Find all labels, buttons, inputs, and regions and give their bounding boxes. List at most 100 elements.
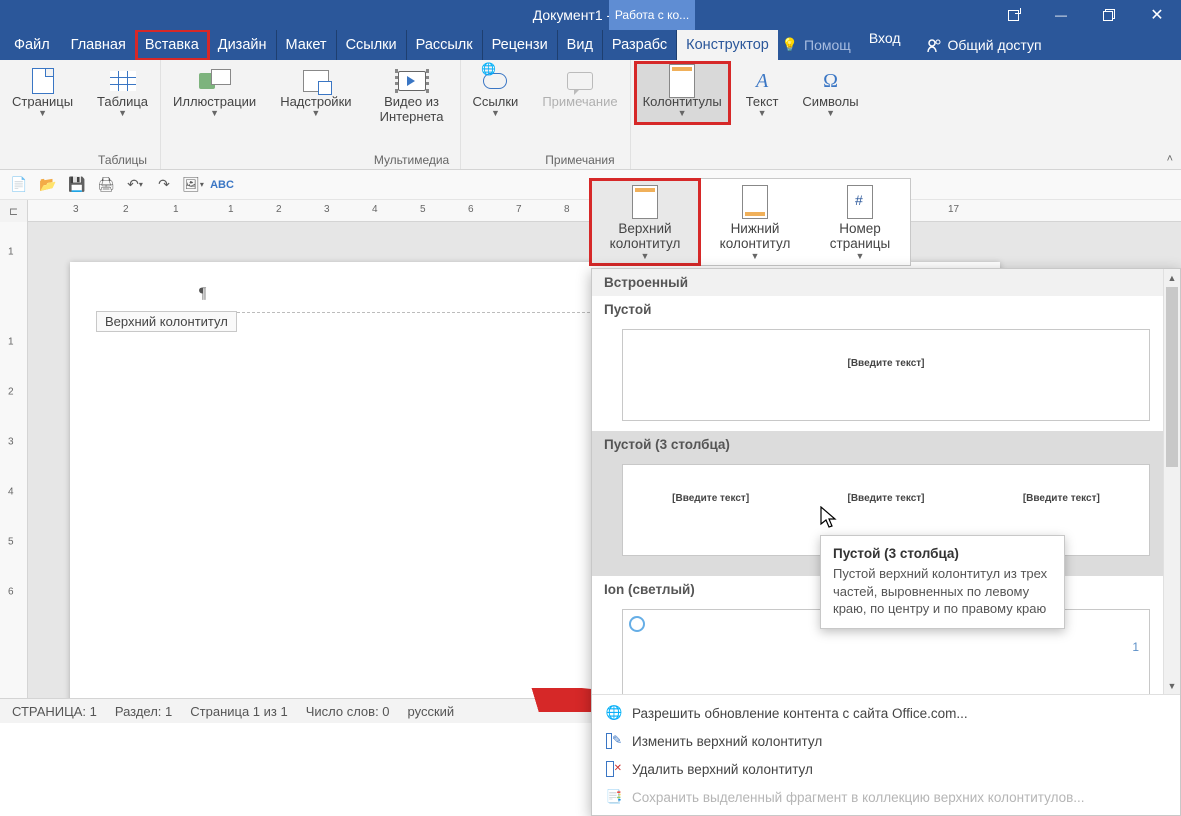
tab-file[interactable]: Файл — [0, 30, 59, 60]
status-word-count[interactable]: Число слов: 0 — [306, 704, 390, 719]
template-empty[interactable]: [Введите текст] — [622, 329, 1150, 421]
insert-picture-button[interactable]: 🖼▾ — [184, 176, 202, 194]
chevron-down-icon: ▼ — [491, 108, 500, 118]
delete-icon — [606, 761, 622, 777]
quick-print-button[interactable]: 🖨 — [97, 176, 115, 194]
open-button[interactable]: 📂 — [39, 176, 57, 194]
chevron-down-icon: ▼ — [758, 108, 767, 118]
omega-icon: Ω — [815, 68, 847, 94]
status-language[interactable]: русский — [408, 704, 455, 719]
gallery-scrollbar[interactable]: ▲ ▼ — [1163, 269, 1180, 694]
tooltip-body: Пустой верхний колонтитул из трех частей… — [833, 565, 1052, 618]
restore-button[interactable] — [1085, 0, 1133, 30]
cloud-icon: 🌐 — [606, 705, 622, 721]
vertical-ruler[interactable]: 1 1 2 3 4 5 6 — [0, 222, 28, 712]
tell-me-search[interactable]: 💡 Помощ — [782, 30, 851, 60]
scrollbar-thumb[interactable] — [1166, 287, 1178, 467]
collapse-ribbon-button[interactable]: ˄ — [1167, 153, 1173, 165]
menu-edit-header[interactable]: Изменить верхний колонтитул — [592, 727, 1180, 755]
pages-button[interactable]: Страницы ▼ — [6, 64, 79, 122]
tab-mailings[interactable]: Рассылк — [407, 30, 483, 60]
section-empty-title: Пустой — [592, 296, 1180, 323]
header-tag-label: Верхний колонтитул — [96, 311, 237, 332]
tab-insert[interactable]: Вставка — [136, 30, 209, 60]
addins-button[interactable]: Надстройки ▼ — [274, 64, 357, 122]
chevron-down-icon: ▼ — [118, 108, 127, 118]
chevron-down-icon: ▼ — [210, 108, 219, 118]
ribbon: Страницы ▼ Таблица ▼ Таблицы Иллюстрации… — [0, 60, 1181, 170]
page-number-label: Номер страницы — [820, 221, 900, 251]
table-button[interactable]: Таблица ▼ — [91, 64, 154, 122]
comment-icon — [564, 68, 596, 94]
header-footer-button[interactable]: Колонтитулы ▼ — [637, 64, 728, 122]
template-placeholder-left: [Введите текст] — [672, 493, 749, 504]
footer-icon — [735, 185, 775, 219]
text-icon: A — [746, 68, 778, 94]
text-button[interactable]: A Текст ▼ — [740, 64, 785, 122]
minimize-button[interactable]: — — [1037, 0, 1085, 30]
menu-allow-office-update[interactable]: 🌐 Разрешить обновление контента с сайта … — [592, 699, 1180, 727]
section-empty3-title: Пустой (3 столбца) — [592, 431, 1180, 458]
template-placeholder-center: [Введите текст] — [848, 493, 925, 504]
link-icon — [479, 68, 511, 94]
contextual-tab-label: Работа с ко... — [609, 0, 695, 30]
header-dropdown[interactable]: Верхний колонтитул▼ — [590, 179, 700, 265]
menu-update-label: Разрешить обновление контента с сайта Of… — [632, 706, 968, 721]
tab-design[interactable]: Дизайн — [209, 30, 277, 60]
share-button[interactable]: Общий доступ — [916, 30, 1052, 60]
ruler-corner[interactable]: ⊏ — [0, 200, 28, 222]
status-section[interactable]: Раздел: 1 — [115, 704, 172, 719]
footer-dropdown[interactable]: Нижний колонтитул▼ — [700, 179, 810, 265]
page-number-icon — [840, 185, 880, 219]
group-media-label: Мультимедиа — [374, 153, 449, 169]
close-button[interactable]: ✕ — [1133, 0, 1181, 30]
tooltip-title: Пустой (3 столбца) — [833, 546, 1052, 561]
online-video-button[interactable]: Видео из Интернета — [370, 64, 454, 129]
save-button[interactable]: 💾 — [68, 176, 86, 194]
undo-button[interactable]: ↶▾ — [126, 176, 144, 194]
tab-references[interactable]: Ссылки — [337, 30, 407, 60]
illustrations-button[interactable]: Иллюстрации ▼ — [167, 64, 262, 122]
tab-review[interactable]: Рецензи — [483, 30, 558, 60]
gallery-menu-footer: 🌐 Разрешить обновление контента с сайта … — [592, 694, 1180, 815]
page-number-dropdown[interactable]: Номер страницы▼ — [810, 179, 910, 265]
status-page-count[interactable]: Страница 1 из 1 — [190, 704, 287, 719]
section-built-in: Встроенный — [592, 269, 1180, 296]
header-footer-icon — [666, 68, 698, 94]
menu-save-label: Сохранить выделенный фрагмент в коллекци… — [632, 790, 1085, 805]
share-label: Общий доступ — [948, 37, 1042, 53]
tab-home[interactable]: Главная — [62, 30, 136, 60]
video-icon — [396, 68, 428, 94]
tab-view[interactable]: Вид — [558, 30, 603, 60]
ribbon-tabs: Файл Главная Вставка Дизайн Макет Ссылки… — [0, 30, 1181, 60]
spelling-button[interactable]: ABC — [213, 176, 231, 194]
tab-layout[interactable]: Макет — [277, 30, 337, 60]
menu-remove-header[interactable]: Удалить верхний колонтитул — [592, 755, 1180, 783]
page-icon — [27, 68, 59, 94]
table-icon — [107, 68, 139, 94]
sign-in-button[interactable]: Вход — [869, 30, 901, 60]
title-bar: Документ1 - Word Работа с ко... — ✕ — [0, 0, 1181, 30]
tab-design-tools[interactable]: Конструктор — [677, 30, 778, 60]
menu-delete-label: Удалить верхний колонтитул — [632, 762, 813, 777]
chevron-down-icon: ▼ — [826, 108, 835, 118]
ribbon-display-options-icon[interactable] — [989, 0, 1037, 30]
links-button[interactable]: Ссылки ▼ — [467, 64, 525, 122]
lightbulb-icon: 💡 — [782, 37, 798, 53]
header-footer-submenu: Верхний колонтитул▼ Нижний колонтитул▼ Н… — [589, 178, 911, 266]
tell-me-label: Помощ — [804, 37, 851, 53]
share-icon — [926, 37, 942, 53]
redo-button[interactable]: ↷ — [155, 176, 173, 194]
comment-button[interactable]: Примечание — [536, 64, 623, 114]
scroll-down-icon[interactable]: ▼ — [1164, 677, 1180, 694]
scroll-up-icon[interactable]: ▲ — [1164, 269, 1180, 286]
symbols-button[interactable]: Ω Символы ▼ — [796, 64, 864, 122]
status-page[interactable]: СТРАНИЦА: 1 — [12, 704, 97, 719]
footer-label: Нижний колонтитул — [710, 221, 800, 251]
illustrations-icon — [199, 68, 231, 94]
header-icon — [625, 185, 665, 219]
group-comments-label: Примечания — [545, 153, 614, 169]
chevron-down-icon: ▼ — [38, 108, 47, 118]
tab-developer[interactable]: Разрабс — [603, 30, 677, 60]
new-doc-button[interactable]: 📄 — [10, 176, 28, 194]
